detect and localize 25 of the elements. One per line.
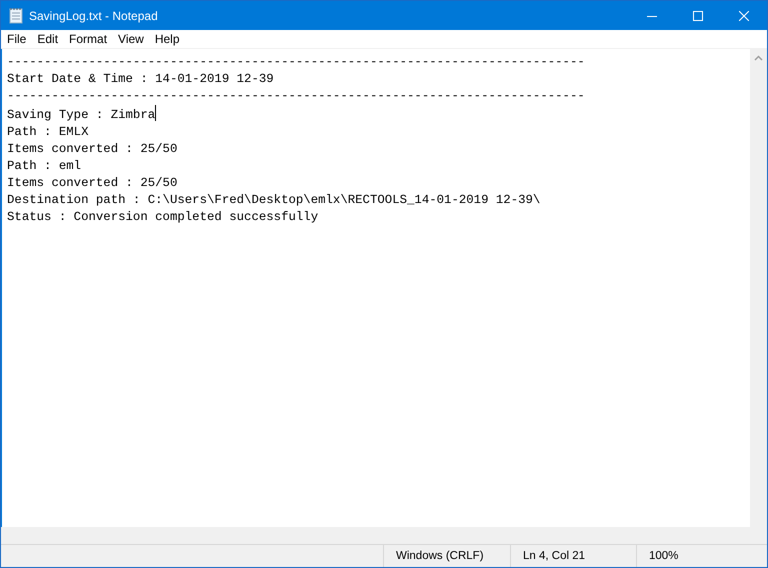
text-line: Status : Conversion completed successfully xyxy=(7,209,318,226)
window-title: SavingLog.txt - Notepad xyxy=(29,8,159,22)
notepad-icon xyxy=(9,7,23,24)
scroll-up-icon[interactable] xyxy=(754,55,763,61)
text-line: Saving Type : Zimbra xyxy=(7,105,156,124)
text-line: ------------------------------------------------------------------------------ xyxy=(7,88,585,105)
line-ending-label: Windows (CRLF) xyxy=(396,550,484,562)
menu-item[interactable]: Format xyxy=(63,31,112,47)
text-line: Destination path : C:\Users\Fred\Desktop\emlx\RECTOOLS_14-01-2019 12-39\ xyxy=(7,192,540,209)
vertical-scrollbar[interactable] xyxy=(750,49,767,527)
maximize-icon xyxy=(693,10,703,20)
menu-item[interactable]: Help xyxy=(148,31,185,47)
text-line: Path : eml xyxy=(7,158,82,175)
text-line: ------------------------------------------------------------------------------ xyxy=(7,54,585,71)
text-line: Path : EMLX xyxy=(7,124,88,141)
text-line: Items converted : 25/50 xyxy=(7,141,178,158)
horizontal-scrollbar[interactable] xyxy=(1,527,767,544)
text-line: Items converted : 25/50 xyxy=(7,175,178,192)
text-line: Start Date & Time : 14-01-2019 12-39 xyxy=(7,71,274,88)
menu-item[interactable]: Edit xyxy=(31,31,64,47)
menu-item[interactable]: View xyxy=(112,31,149,47)
cursor-position-label: Ln 4, Col 21 xyxy=(523,550,586,562)
zoom-label: 100% xyxy=(649,550,678,562)
menu-item[interactable]: File xyxy=(1,31,32,47)
close-icon xyxy=(739,10,749,20)
